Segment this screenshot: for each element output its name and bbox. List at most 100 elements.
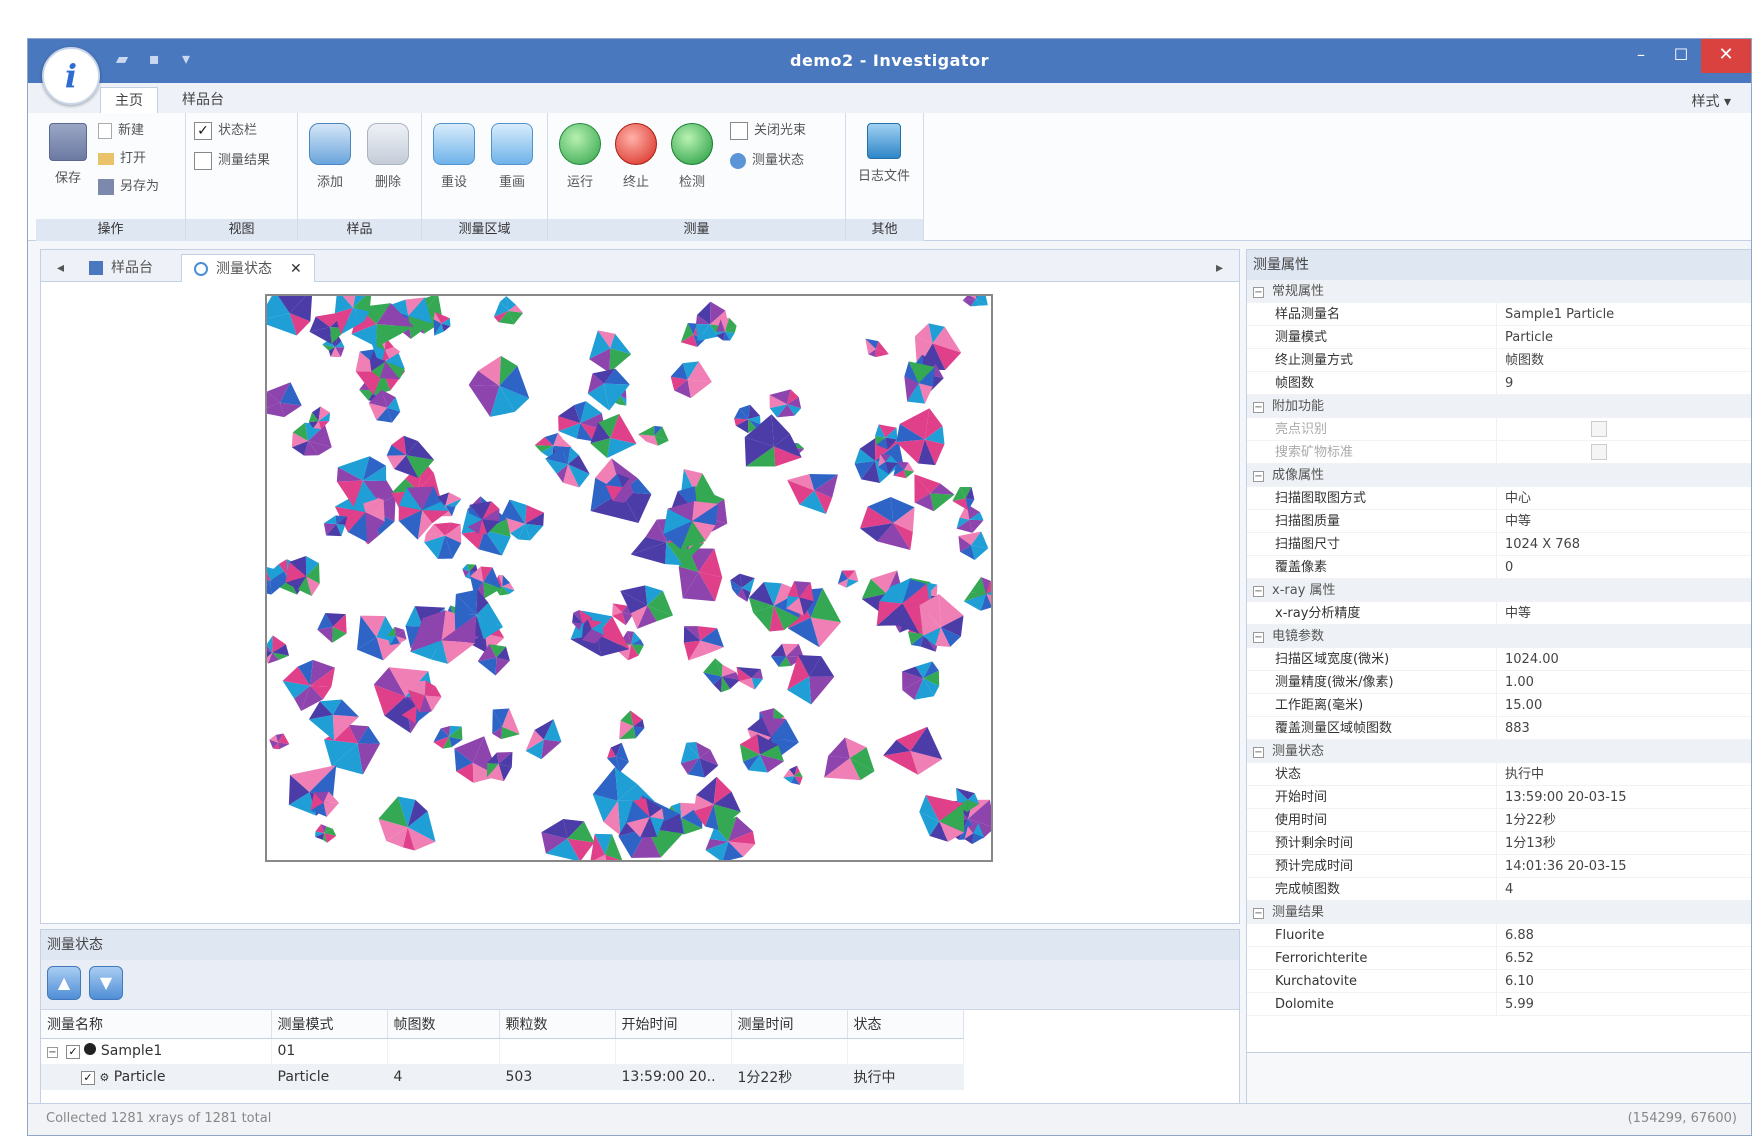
property-row[interactable]: Kurchatovite 6.10 (1247, 970, 1751, 993)
property-row[interactable]: 预计完成时间 14:01:36 20-03-15 (1247, 855, 1751, 878)
group-other: 日志文件 其他 (846, 113, 924, 241)
redraw-region-icon (491, 123, 533, 165)
property-value: 执行中 (1505, 767, 1545, 782)
collapse-icon[interactable]: − (1253, 747, 1264, 758)
property-row[interactable]: 扫描图取图方式 中心 (1247, 487, 1751, 510)
checkbox-empty-icon[interactable] (1591, 444, 1607, 460)
property-category[interactable]: − 测量结果 (1247, 901, 1751, 924)
checkbox-checked-icon[interactable]: ✓ (81, 1071, 95, 1085)
particle (783, 765, 803, 785)
collapse-icon[interactable]: − (1253, 586, 1264, 597)
property-row[interactable]: Ferrorichterite 6.52 (1247, 947, 1751, 970)
checkbox-empty-icon[interactable] (1591, 421, 1607, 437)
property-row[interactable]: 扫描图尺寸 1024 X 768 (1247, 533, 1751, 556)
property-row[interactable]: 开始时间 13:59:00 20-03-15 (1247, 786, 1751, 809)
col-start[interactable]: 开始时间 (615, 1010, 732, 1039)
tab-scroll-left[interactable]: ◂ (45, 254, 76, 282)
tab-scroll-right[interactable]: ▸ (1204, 254, 1235, 282)
sem-particle-image[interactable] (265, 294, 993, 862)
particle-map (267, 296, 991, 860)
property-value: 9 (1505, 376, 1514, 391)
table-row[interactable]: − ✓ Sample1 01 (41, 1038, 964, 1064)
collapse-icon[interactable]: − (1253, 402, 1264, 413)
property-row[interactable]: 帧图数 9 (1247, 372, 1751, 395)
checkbox-checked-icon[interactable]: ✓ (66, 1045, 80, 1060)
statusbar-checkbox[interactable]: ✓ 状态栏 (194, 119, 257, 143)
collapse-icon[interactable]: − (1253, 471, 1264, 482)
tab-stage[interactable]: 样品台 (77, 254, 165, 282)
close-tab-icon[interactable]: ✕ (290, 255, 302, 283)
collapse-icon[interactable]: − (47, 1047, 58, 1059)
property-category[interactable]: − 附加功能 (1247, 395, 1751, 418)
col-duration[interactable]: 测量时间 (731, 1010, 848, 1039)
new-button[interactable]: 新建 (98, 119, 144, 143)
property-row[interactable]: 终止测量方式 帧图数 (1247, 349, 1751, 372)
property-value: 5.99 (1505, 997, 1534, 1012)
property-row[interactable]: 工作距离(毫米) 15.00 (1247, 694, 1751, 717)
minimize-button[interactable]: – (1621, 39, 1661, 73)
property-category[interactable]: − x-ray 属性 (1247, 579, 1751, 602)
results-checkbox[interactable]: 测量结果 (194, 149, 270, 173)
sample-icon (84, 1043, 97, 1056)
property-row[interactable]: 测量模式 Particle (1247, 326, 1751, 349)
collapse-icon[interactable]: − (1253, 287, 1264, 298)
property-value: 中心 (1505, 491, 1532, 506)
move-down-icon[interactable]: ▼ (89, 966, 123, 1000)
stop-button[interactable]: 终止 (610, 123, 662, 190)
property-category[interactable]: − 常规属性 (1247, 280, 1751, 303)
property-row[interactable]: 测量精度(微米/像素) 1.00 (1247, 671, 1751, 694)
tab-sample-stage[interactable]: 样品台 (168, 87, 238, 113)
col-mode[interactable]: 测量模式 (271, 1010, 388, 1039)
tab-home[interactable]: 主页 (100, 87, 158, 113)
property-row[interactable]: 样品测量名 Sample1 Particle (1247, 303, 1751, 326)
reset-region-button[interactable]: 重设 (428, 123, 480, 190)
property-row[interactable]: 搜索矿物标准 (1247, 441, 1751, 464)
property-row[interactable]: 扫描图质量 中等 (1247, 510, 1751, 533)
property-row[interactable]: x-ray分析精度 中等 (1247, 602, 1751, 625)
close-button[interactable]: ✕ (1701, 39, 1751, 73)
property-category[interactable]: − 测量状态 (1247, 740, 1751, 763)
particle (963, 577, 991, 611)
measure-state-button[interactable]: 测量状态 (730, 149, 804, 173)
add-sample-button[interactable]: 添加 (304, 123, 356, 190)
property-row[interactable]: 预计剩余时间 1分13秒 (1247, 832, 1751, 855)
property-row[interactable]: 覆盖测量区域帧图数 883 (1247, 717, 1751, 740)
property-row[interactable]: 扫描区域宽度(微米) 1024.00 (1247, 648, 1751, 671)
open-button[interactable]: 打开 (98, 147, 146, 171)
col-particles[interactable]: 颗粒数 (499, 1010, 616, 1039)
tab-status[interactable]: 测量状态 ✕ (181, 254, 315, 282)
collapse-icon[interactable]: − (1253, 632, 1264, 643)
property-row[interactable]: 亮点识别 (1247, 418, 1751, 441)
col-frames[interactable]: 帧图数 (387, 1010, 500, 1039)
property-row[interactable]: 覆盖像素 0 (1247, 556, 1751, 579)
property-category[interactable]: − 电镜参数 (1247, 625, 1751, 648)
property-category[interactable]: − 成像属性 (1247, 464, 1751, 487)
results-label: 测量结果 (218, 153, 271, 168)
style-menu[interactable]: 样式 ▾ (1692, 91, 1731, 111)
check-button[interactable]: 检测 (666, 123, 718, 190)
table-row[interactable]: ✓ ⚙ Particle Particle 4 503 13:59:00 20.… (41, 1064, 964, 1090)
save-as-button[interactable]: 另存为 (98, 175, 159, 199)
property-row[interactable]: Dolomite 5.99 (1247, 993, 1751, 1016)
save-button[interactable]: 保存 (42, 123, 94, 186)
particle (859, 496, 915, 550)
property-grid[interactable]: − 常规属性 样品测量名 Sample1 Particle 测量模式 Particle 终止… (1247, 280, 1751, 1050)
app-logo[interactable]: i (42, 47, 100, 105)
property-row[interactable]: 使用时间 1分22秒 (1247, 809, 1751, 832)
particle (883, 726, 943, 775)
property-row[interactable]: 状态 执行中 (1247, 763, 1751, 786)
maximize-button[interactable]: ☐ (1661, 39, 1701, 73)
property-row[interactable]: Fluorite 6.88 (1247, 924, 1751, 947)
close-beam-checkbox[interactable]: 关闭光束 (730, 119, 806, 143)
property-value: Particle (1505, 330, 1554, 345)
col-state[interactable]: 状态 (847, 1010, 964, 1039)
move-up-icon[interactable]: ▲ (47, 966, 81, 1000)
run-button[interactable]: 运行 (554, 123, 606, 190)
collapse-icon[interactable]: − (1253, 908, 1264, 919)
log-file-button[interactable]: 日志文件 (858, 123, 910, 184)
particle-grain (541, 739, 562, 760)
property-row[interactable]: 完成帧图数 4 (1247, 878, 1751, 901)
delete-sample-button[interactable]: 删除 (362, 123, 414, 190)
col-name[interactable]: 测量名称 (41, 1010, 272, 1039)
redraw-region-button[interactable]: 重画 (486, 123, 538, 190)
